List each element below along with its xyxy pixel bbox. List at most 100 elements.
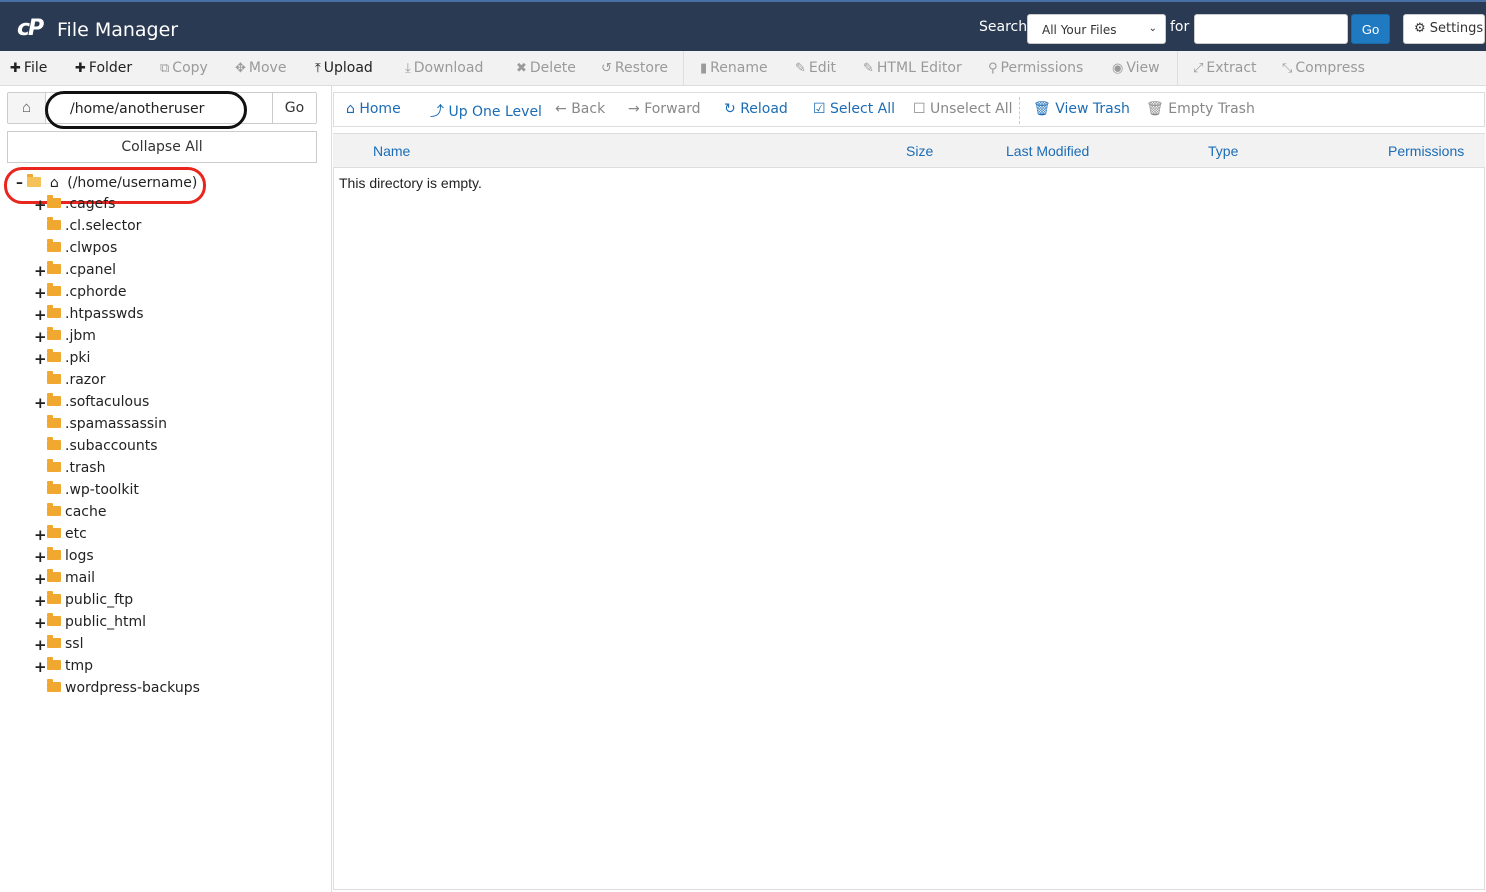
expand-plus-icon[interactable]: + [34, 350, 47, 368]
move-icon: ✥ [235, 61, 246, 76]
settings-button[interactable]: ⚙ Settings [1403, 14, 1485, 44]
file-icon: ▮ [700, 61, 708, 76]
view-label: View [1126, 60, 1160, 76]
compress-label: Compress [1295, 60, 1365, 76]
folder-open-icon [27, 174, 42, 187]
path-go-button[interactable]: Go [272, 93, 316, 123]
column-permissions[interactable]: Permissions [1388, 143, 1464, 159]
html-editor-button[interactable]: ✎ HTML Editor [863, 60, 962, 76]
folder-icon [47, 437, 61, 450]
expand-plus-icon[interactable]: + [34, 196, 47, 214]
folder-icon [47, 635, 61, 648]
tree-item-label: .cl.selector [65, 218, 142, 234]
expand-plus-icon[interactable]: + [34, 636, 47, 654]
trash-icon: 🗑 [1033, 101, 1051, 117]
rename-button[interactable]: ▮ Rename [700, 60, 768, 76]
forward-button[interactable]: → Forward [628, 101, 701, 117]
search-input[interactable] [1194, 14, 1348, 44]
path-input[interactable]: /home/anotheruser [46, 93, 272, 123]
navigation-bar: ⌂ Home ⤴ Up One Level ← Back → Forward ↻… [333, 92, 1485, 127]
file-table-body: This directory is empty. [333, 168, 1485, 890]
home-icon[interactable]: ⌂ [8, 93, 46, 123]
level-up-icon: ⤴ [430, 104, 444, 120]
path-bar: ⌂ /home/anotheruser Go [7, 92, 317, 124]
expand-plus-icon[interactable]: + [34, 394, 47, 412]
tree-item-label: .trash [65, 460, 106, 476]
tree-item-label: cache [65, 504, 107, 520]
download-label: Download [413, 60, 484, 76]
download-button[interactable]: ⤓ Download [405, 60, 483, 76]
delete-icon: ✖ [516, 61, 527, 76]
move-button[interactable]: ✥ Move [235, 60, 286, 76]
expand-plus-icon[interactable]: + [34, 570, 47, 588]
up-one-level-button[interactable]: ⤴ Up One Level [430, 101, 542, 121]
expand-plus-icon[interactable]: + [34, 262, 47, 280]
nav-divider [1019, 97, 1020, 124]
search-go-button[interactable]: Go [1351, 14, 1390, 44]
folder-icon [47, 503, 61, 516]
restore-button[interactable]: ↺ Restore [601, 60, 668, 76]
column-type[interactable]: Type [1208, 143, 1238, 159]
column-size[interactable]: Size [906, 143, 933, 159]
folder-icon [47, 657, 61, 670]
expand-plus-icon[interactable]: + [34, 306, 47, 324]
view-button[interactable]: ◉ View [1112, 60, 1160, 76]
tree-item-label: .cagefs [65, 196, 116, 212]
eye-icon: ◉ [1112, 61, 1124, 76]
column-name[interactable]: Name [373, 143, 410, 159]
delete-button[interactable]: ✖ Delete [516, 60, 576, 76]
expand-plus-icon[interactable]: + [34, 548, 47, 566]
cpanel-logo[interactable]: cP [17, 15, 44, 41]
tree-item-label: .spamassassin [65, 416, 167, 432]
tree-item-label: tmp [65, 658, 94, 674]
copy-button[interactable]: ⧉ Copy [160, 60, 208, 76]
expand-plus-icon[interactable]: + [34, 614, 47, 632]
folder-icon [47, 327, 61, 340]
folder-icon [47, 305, 61, 318]
collapse-all-button[interactable]: Collapse All [7, 131, 317, 163]
rename-label: Rename [710, 60, 768, 76]
edit-button[interactable]: ✎ Edit [795, 60, 836, 76]
expand-plus-icon[interactable]: + [34, 592, 47, 610]
back-button[interactable]: ← Back [555, 101, 605, 117]
folder-icon [47, 547, 61, 560]
plus-icon: ✚ [10, 61, 21, 76]
restore-label: Restore [614, 60, 669, 76]
permissions-button[interactable]: ⚲ Permissions [988, 60, 1083, 76]
view-trash-label: View Trash [1055, 101, 1130, 117]
expand-plus-icon[interactable]: + [34, 526, 47, 544]
tree-item-label: .htpasswds [65, 306, 144, 322]
unselect-all-button[interactable]: ☐ Unselect All [913, 101, 1013, 117]
expand-plus-icon[interactable]: + [34, 328, 47, 346]
new-file-label: File [23, 60, 48, 76]
folder-icon [47, 481, 61, 494]
folder-icon [47, 195, 61, 208]
nav-home-button[interactable]: ⌂ Home [346, 101, 401, 117]
plus-icon: ✚ [75, 61, 86, 76]
compress-button[interactable]: ⤡ Compress [1282, 60, 1365, 76]
reload-button[interactable]: ↻ Reload [724, 101, 788, 117]
expand-plus-icon[interactable]: + [34, 658, 47, 676]
tree-item-label: .wp-toolkit [65, 482, 139, 498]
new-file-button[interactable]: ✚ File [10, 60, 47, 76]
view-trash-button[interactable]: 🗑 View Trash [1033, 101, 1130, 117]
expand-plus-icon[interactable]: + [34, 284, 47, 302]
column-last-modified[interactable]: Last Modified [1006, 143, 1089, 159]
tree-item-label: .softaculous [65, 394, 150, 410]
search-scope-select[interactable]: All Your Files ⌄ [1027, 14, 1166, 44]
folder-icon [47, 217, 61, 230]
move-label: Move [248, 60, 287, 76]
upload-button[interactable]: ⤒ Upload [315, 60, 373, 76]
home-icon: ⌂ [346, 101, 355, 117]
folder-icon [47, 261, 61, 274]
tree-root-item[interactable]: – ⌂ (/home/username) [16, 174, 197, 197]
tree-item-label: public_html [65, 614, 147, 630]
arrow-right-icon: → [628, 101, 640, 117]
extract-button[interactable]: ⤢ Extract [1193, 60, 1257, 76]
select-all-button[interactable]: ☑ Select All [813, 101, 895, 117]
empty-trash-button[interactable]: 🗑 Empty Trash [1146, 101, 1255, 117]
folder-icon [47, 393, 61, 406]
new-folder-button[interactable]: ✚ Folder [75, 60, 132, 76]
toolbar-divider [1177, 51, 1178, 85]
restore-icon: ↺ [601, 61, 612, 76]
